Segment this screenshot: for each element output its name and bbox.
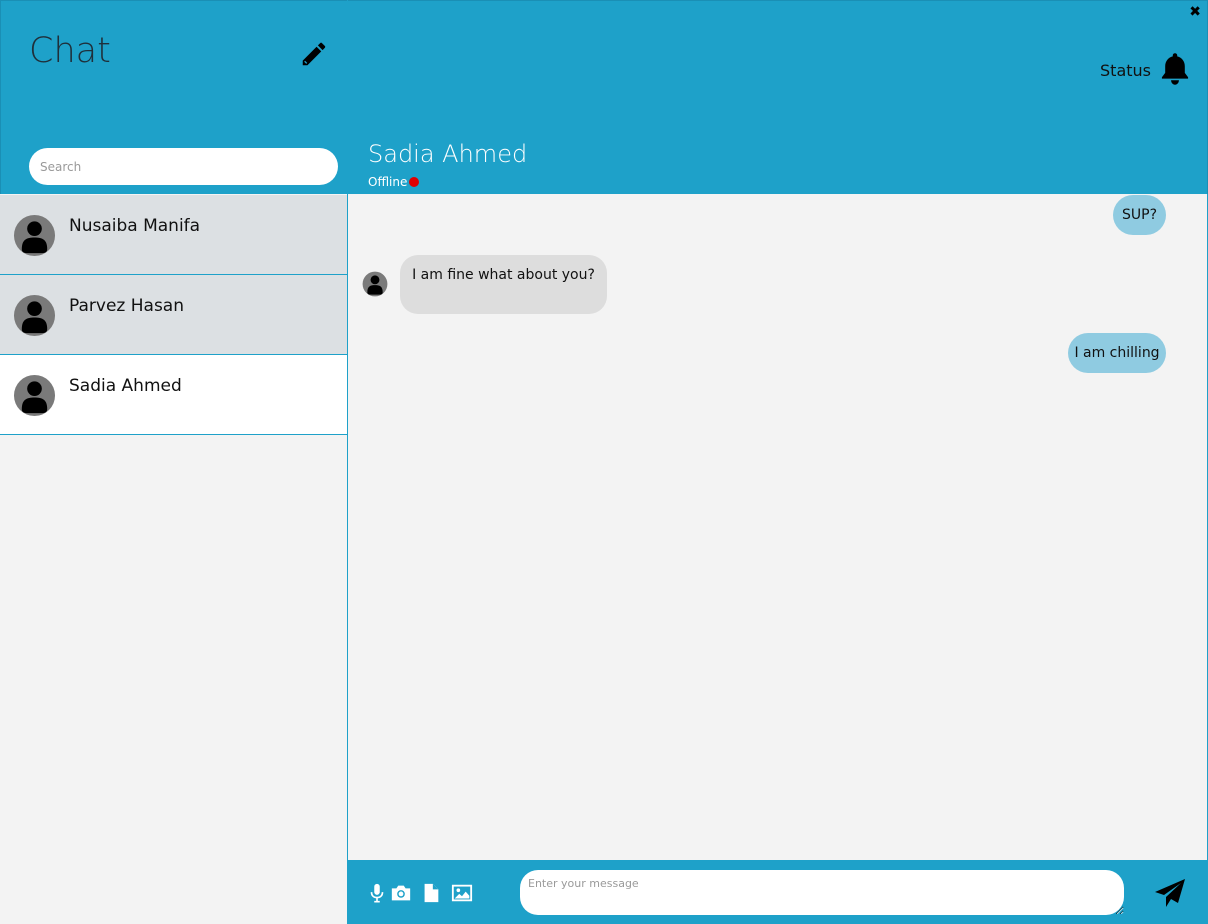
close-icon[interactable]: ✖ bbox=[1189, 4, 1201, 20]
user-avatar-icon bbox=[13, 294, 56, 337]
user-avatar-icon bbox=[13, 374, 56, 417]
contact-item-parvez-hasan[interactable]: Parvez Hasan bbox=[0, 275, 347, 355]
pencil-icon[interactable] bbox=[299, 39, 329, 69]
microphone-icon[interactable] bbox=[366, 882, 388, 904]
camera-icon[interactable] bbox=[390, 882, 412, 904]
offline-indicator bbox=[409, 177, 419, 187]
bell-icon[interactable] bbox=[1159, 52, 1191, 86]
file-icon[interactable] bbox=[420, 882, 442, 904]
image-icon[interactable] bbox=[450, 882, 474, 904]
message-input[interactable] bbox=[520, 870, 1124, 915]
search-input[interactable] bbox=[29, 148, 338, 185]
status-label[interactable]: Status bbox=[1100, 61, 1151, 80]
contact-name: Parvez Hasan bbox=[69, 296, 184, 316]
contact-name: Nusaiba Manifa bbox=[69, 216, 201, 236]
outgoing-message: I am chilling bbox=[1068, 333, 1166, 373]
contacts-panel: Chat Nusaiba Manifa Parvez Hasan Sadia A… bbox=[0, 0, 348, 924]
contact-item-nusaiba-manifa[interactable]: Nusaiba Manifa bbox=[0, 195, 347, 275]
user-avatar-icon bbox=[13, 214, 56, 257]
send-icon[interactable] bbox=[1154, 878, 1186, 908]
chat-header: ✖ Status Sadia Ahmed Offline bbox=[348, 0, 1208, 194]
app-title: Chat bbox=[29, 31, 111, 71]
outgoing-message: SUP? bbox=[1113, 195, 1166, 235]
conversation-title: Sadia Ahmed bbox=[368, 140, 528, 168]
message-composer bbox=[348, 860, 1208, 924]
user-avatar-icon bbox=[362, 271, 388, 297]
contact-name: Sadia Ahmed bbox=[69, 376, 182, 396]
incoming-message: I am fine what about you? bbox=[400, 255, 607, 314]
contacts-header: Chat bbox=[0, 0, 347, 194]
presence-status: Offline bbox=[368, 175, 408, 189]
message-list: SUP? I am fine what about you? I am chil… bbox=[348, 194, 1208, 860]
contact-item-sadia-ahmed[interactable]: Sadia Ahmed bbox=[0, 355, 347, 435]
